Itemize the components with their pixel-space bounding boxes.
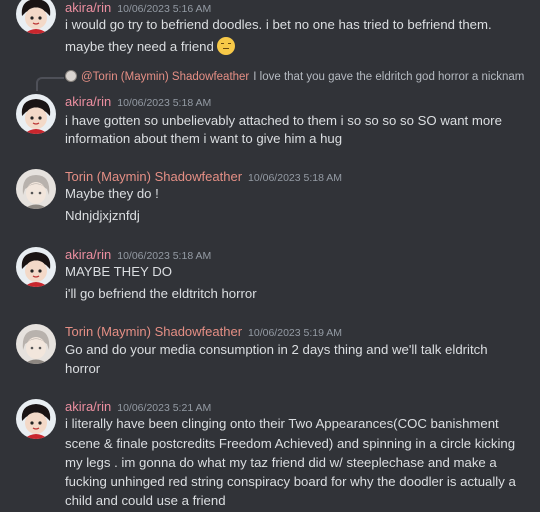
reply-author[interactable]: @Torin (Maymin) Shadowfeather	[81, 71, 249, 83]
avatar-torin[interactable]	[16, 324, 56, 364]
author-name[interactable]: Torin (Maymin) Shadowfeather	[65, 169, 242, 184]
author-name[interactable]: akira/rin	[65, 399, 111, 414]
message-line: Ndnjdjxjznfdj	[65, 208, 140, 223]
message-line: i would go try to befriend doodles. i be…	[65, 17, 492, 32]
timestamp: 10/06/2023 5:19 AM	[248, 327, 343, 339]
pensive-face-icon	[216, 37, 235, 55]
avatar-image	[16, 247, 56, 287]
avatar-akira[interactable]	[16, 0, 56, 34]
message-line: i'll go befriend the eldtritch horror	[65, 286, 257, 301]
message: akira/rin 10/06/2023 5:16 AM i would go t…	[0, 0, 540, 58]
author-name[interactable]: Torin (Maymin) Shadowfeather	[65, 324, 242, 339]
message-line: information about them i want to give hi…	[65, 131, 343, 146]
avatar-torin[interactable]	[16, 169, 56, 209]
message-line: MAYBE THEY DO	[65, 264, 172, 279]
message-header: akira/rin 10/06/2023 5:18 AM	[65, 94, 211, 111]
avatar-image	[16, 94, 56, 134]
message-line: i literally have been clinging onto thei…	[65, 416, 499, 431]
avatar-akira[interactable]	[16, 94, 56, 134]
reply-connector	[36, 77, 64, 91]
message-text: maybe they need a friend	[65, 39, 214, 54]
author-name[interactable]: akira/rin	[65, 247, 111, 262]
author-name[interactable]: akira/rin	[65, 94, 111, 109]
reply-avatar-icon	[65, 70, 77, 82]
avatar-akira[interactable]	[16, 399, 56, 439]
message-line: child and could use a friend	[65, 493, 226, 508]
avatar-image	[16, 169, 56, 209]
author-name[interactable]: akira/rin	[65, 0, 111, 15]
message-line: horror	[65, 361, 101, 376]
avatar-image	[16, 399, 56, 439]
message-line: Maybe they do !	[65, 186, 159, 201]
reply-text: I love that you gave the eldritch god ho…	[253, 71, 525, 83]
avatar-akira[interactable]	[16, 247, 56, 287]
timestamp: 10/06/2023 5:18 AM	[117, 97, 212, 109]
avatar-image	[16, 324, 56, 364]
message-line-with-emoji: maybe they need a friend	[65, 36, 530, 58]
avatar-image	[16, 0, 56, 34]
reply-preview[interactable]: @Torin (Maymin) Shadowfeather I love that…	[65, 69, 524, 85]
